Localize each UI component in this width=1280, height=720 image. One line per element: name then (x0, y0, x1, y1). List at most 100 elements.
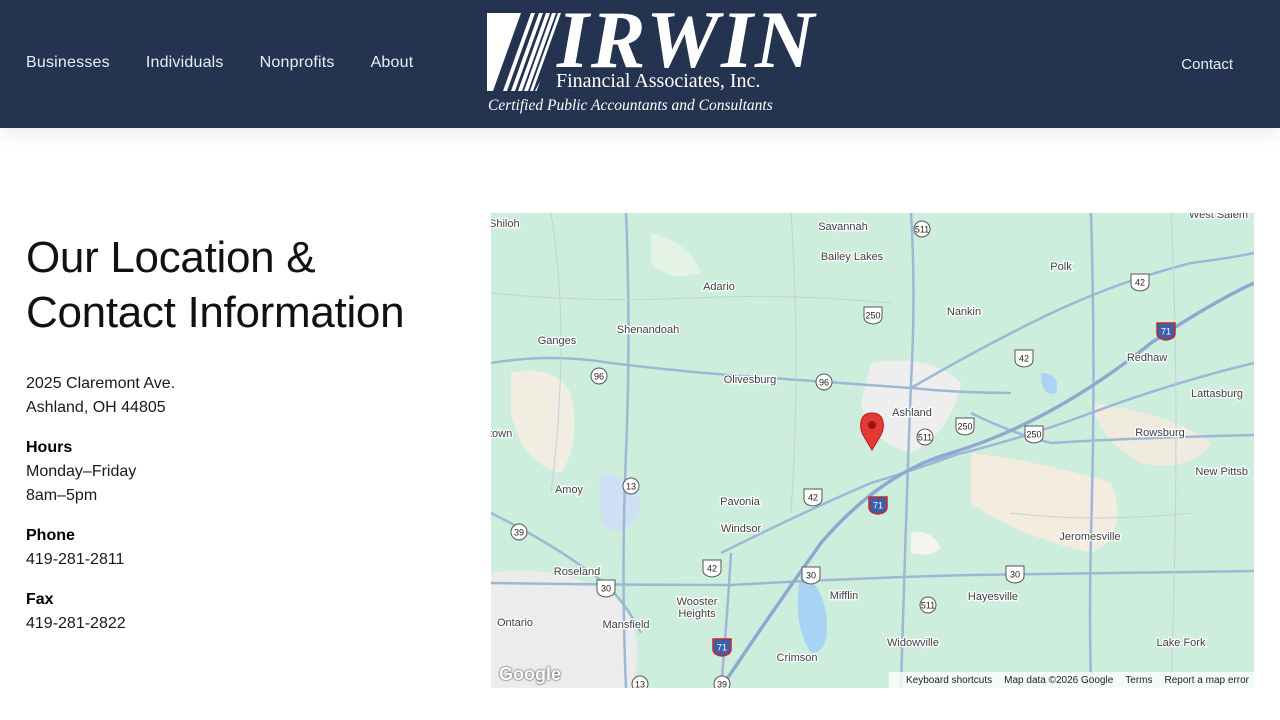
route-shield-number: 13 (635, 680, 645, 689)
route-shield-number: 30 (1010, 570, 1020, 580)
route-shield-number: 42 (707, 564, 717, 574)
location-marker[interactable] (860, 412, 884, 451)
map-place-label: Rowsburg (1135, 427, 1185, 439)
fax-label: Fax (26, 591, 54, 608)
map-footer: Keyboard shortcuts Map data ©2026 Google… (888, 672, 1254, 688)
hours-days: Monday–Friday (26, 463, 137, 480)
route-shield-number: 71 (1161, 327, 1171, 337)
hours-label: Hours (26, 439, 73, 456)
map-place-label: Nankin (947, 306, 981, 318)
route-shield-number: 42 (1135, 278, 1145, 288)
map-place-label: Widowville (887, 637, 939, 649)
nav-nonprofits[interactable]: Nonprofits (260, 54, 335, 72)
map-place-label: West Salem (1189, 213, 1248, 221)
map-place-label: Ontario (497, 617, 533, 629)
nav-about[interactable]: About (371, 54, 414, 72)
map-place-label: New Pittsb (1195, 466, 1248, 478)
route-shield-number: 96 (594, 372, 604, 382)
route-shield: 13 (631, 675, 649, 689)
route-shield-number: 42 (1019, 354, 1029, 364)
map-place-label: Pavonia (720, 496, 761, 508)
route-shield: 42 (803, 488, 823, 507)
route-shield: 30 (1005, 565, 1025, 584)
logo-tagline: Certified Public Accountants and Consult… (488, 97, 773, 114)
google-logo: Google (499, 664, 561, 684)
route-shield: 511 (919, 596, 937, 614)
terms-link[interactable]: Terms (1125, 675, 1152, 686)
route-shield: 511 (913, 220, 931, 238)
company-logo[interactable]: IRWIN Financial Associates, Inc. Certifi… (487, 0, 814, 117)
map-place-label: Ashland (892, 407, 932, 419)
route-shield-number: 39 (514, 528, 524, 538)
address-city: Ashland, OH 44805 (26, 399, 166, 416)
map-place-label: Crimson (777, 652, 818, 664)
route-shield-number: 250 (1026, 430, 1041, 440)
map-canvas[interactable]: Shiloh Savannah West Salem Bailey Lakes Polk… (491, 213, 1254, 688)
route-shield: 511 (916, 428, 934, 446)
route-shield: 71 (1156, 322, 1176, 341)
route-shield-number: 42 (808, 493, 818, 503)
map-place-label: Mansfield (602, 619, 649, 631)
hours-time: 8am–5pm (26, 487, 98, 504)
map-place-label: Hayesville (968, 591, 1018, 603)
map-place-label: Roseland (554, 566, 600, 578)
route-shield-number: 96 (819, 378, 829, 388)
map-place-label: Shenandoah (617, 324, 679, 336)
route-shield: 42 (1130, 273, 1150, 292)
route-shield: 250 (955, 417, 975, 436)
nav-contact[interactable]: Contact (1181, 56, 1233, 73)
route-shield: 39 (510, 523, 528, 541)
phone-number[interactable]: 419-281-2811 (26, 548, 175, 572)
route-shield: 250 (1024, 425, 1044, 444)
map-place-label: Mifflin (830, 590, 859, 602)
report-map-error-link[interactable]: Report a map error (1165, 675, 1249, 686)
map-place-label: Ganges (538, 335, 577, 347)
route-shield-number: 511 (921, 601, 935, 611)
route-shield: 71 (868, 496, 888, 515)
map-place-label: Adario (703, 281, 735, 293)
route-shield-number: 511 (915, 225, 929, 235)
page-title-line-1: Our Location & (26, 233, 316, 282)
route-shield: 42 (1014, 349, 1034, 368)
route-shield-number: 13 (626, 482, 636, 492)
map-place-label: Lattasburg (1191, 388, 1243, 400)
route-shield-number: 250 (957, 422, 972, 432)
route-shield-number: 30 (806, 571, 816, 581)
map-place-label: Windsor (721, 523, 762, 535)
location-map[interactable]: Shiloh Savannah West Salem Bailey Lakes Polk… (491, 213, 1254, 688)
page-title: Our Location & Contact Information (26, 230, 405, 340)
nav-individuals[interactable]: Individuals (146, 54, 224, 72)
route-shield: 30 (596, 579, 616, 598)
contact-info: 2025 Claremont Ave. Ashland, OH 44805 Ho… (26, 372, 175, 636)
map-place-label: Lake Fork (1157, 637, 1206, 649)
route-shield-number: 250 (865, 311, 880, 321)
map-place-label: Bailey Lakes (821, 251, 884, 263)
route-shield-number: 511 (918, 433, 932, 443)
route-shield-number: 30 (601, 584, 611, 594)
route-shield: 42 (702, 559, 722, 578)
map-place-label: Olivesburg (724, 374, 777, 386)
page-title-line-2: Contact Information (26, 288, 405, 337)
map-place-label: Amoy (555, 484, 584, 496)
nav-businesses[interactable]: Businesses (26, 54, 110, 72)
fax-number: 419-281-2822 (26, 615, 126, 632)
route-shield: 96 (590, 367, 608, 385)
route-shield-number: 71 (717, 643, 727, 653)
map-place-label: Shiloh (491, 218, 520, 230)
route-shield-number: 71 (873, 501, 883, 511)
site-header: Businesses Individuals Nonprofits About … (0, 0, 1280, 128)
phone-label: Phone (26, 527, 75, 544)
map-place-label: town (491, 428, 512, 440)
map-place-label: Redhaw (1127, 352, 1167, 364)
route-shield: 71 (712, 638, 732, 657)
address-street: 2025 Claremont Ave. (26, 375, 176, 392)
route-shield-number: 39 (717, 680, 727, 689)
map-place-label: Savannah (818, 221, 868, 233)
map-data-credit: Map data ©2026 Google (1004, 674, 1114, 686)
route-shield: 250 (863, 306, 883, 325)
route-shield: 30 (801, 566, 821, 585)
route-shield: 13 (622, 477, 640, 495)
route-shield: 96 (815, 373, 833, 391)
keyboard-shortcuts-link[interactable]: Keyboard shortcuts (906, 675, 992, 686)
map-place-label: Wooster Heights (677, 596, 718, 620)
